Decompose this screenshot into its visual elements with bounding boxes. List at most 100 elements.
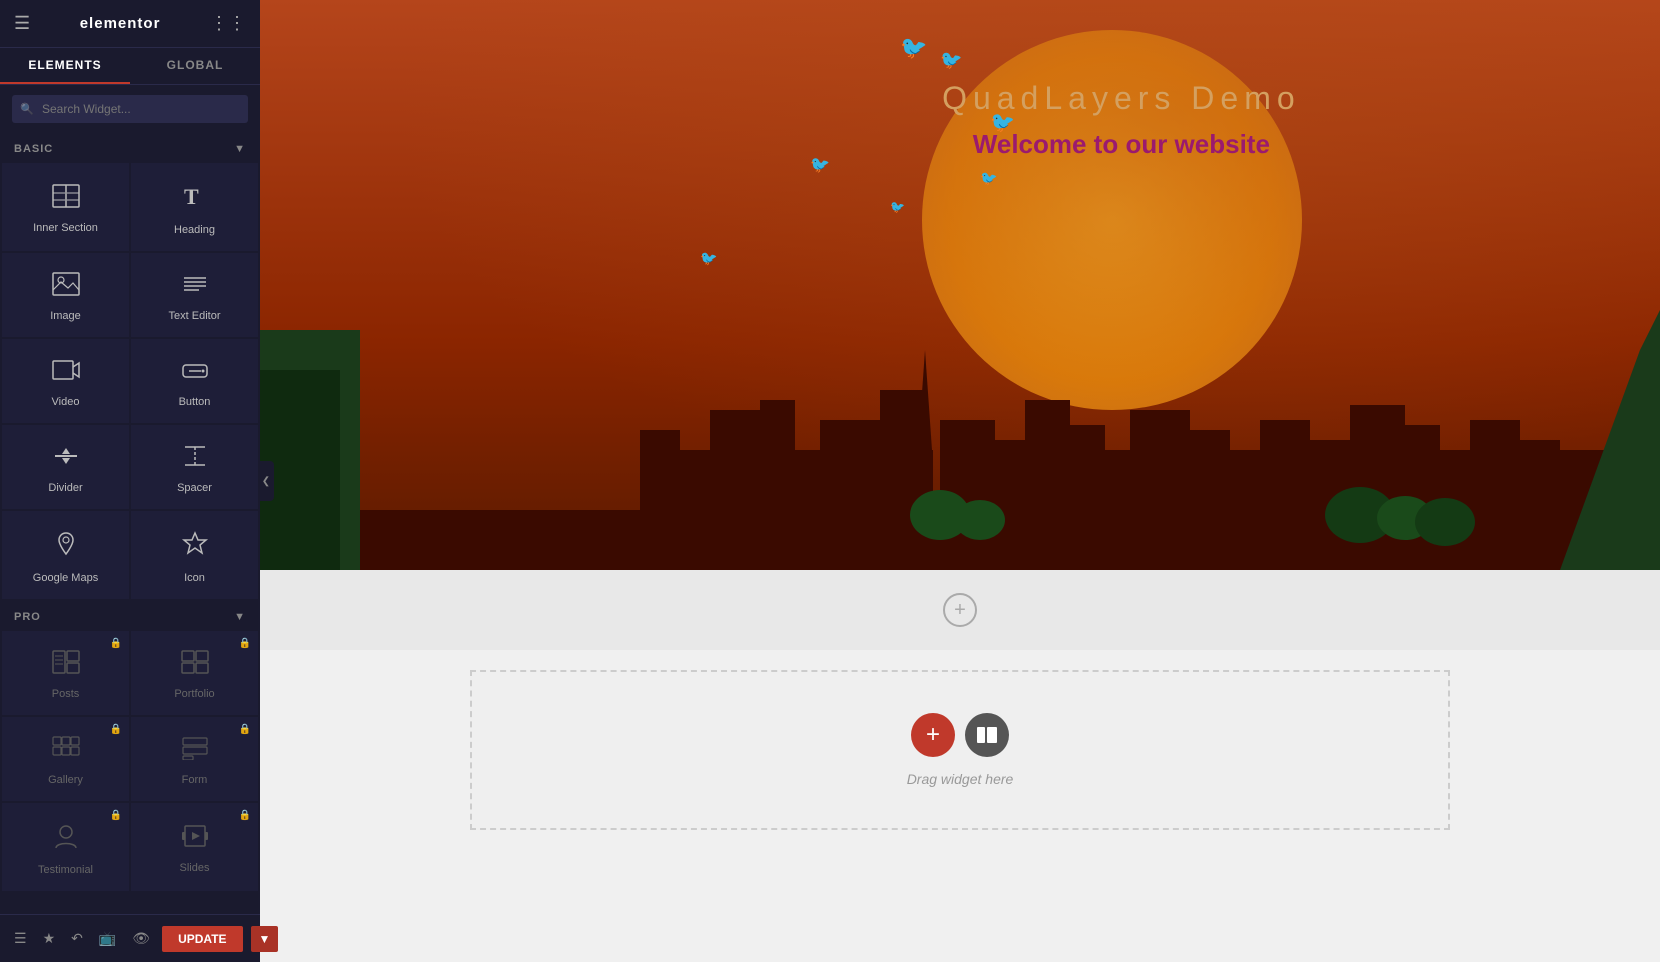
google-maps-icon (52, 530, 80, 564)
pro-chevron-icon: ▼ (234, 611, 246, 623)
star-footer-icon[interactable]: ★ (39, 926, 60, 951)
update-arrow-button[interactable]: ▼ (251, 926, 260, 952)
posts-icon (52, 650, 80, 680)
widget-testimonial[interactable]: 🔒 Testimonial (2, 803, 129, 891)
lock-icon: 🔒 (110, 810, 122, 821)
widget-gallery-label: Gallery (48, 774, 83, 786)
bird-2: 🐦 (940, 50, 962, 71)
widget-portfolio[interactable]: 🔒 Portfolio (131, 631, 258, 715)
empty-drop-section: + Drag widget here (470, 670, 1450, 830)
empty-add-button[interactable]: + (911, 713, 955, 757)
image-icon (52, 272, 80, 302)
lock-icon: 🔒 (239, 810, 251, 821)
bird-1: 🐦 (900, 35, 927, 61)
pro-section-header[interactable]: PRO ▼ (0, 601, 260, 629)
hamburger-footer-icon[interactable]: ☰ (10, 926, 31, 951)
hero-title: QuadLayers Demo (942, 80, 1301, 117)
city-skyline (260, 250, 1660, 570)
widget-form[interactable]: 🔒 Form (131, 717, 258, 801)
widget-icon-label: Icon (184, 572, 205, 584)
widget-text-editor[interactable]: Text Editor (131, 253, 258, 337)
widget-text-editor-label: Text Editor (169, 310, 221, 322)
widget-slides[interactable]: 🔒 Slides (131, 803, 258, 891)
collapse-sidebar-handle[interactable]: ❮ (258, 461, 274, 501)
widget-portfolio-label: Portfolio (174, 688, 214, 700)
widget-inner-section[interactable]: Inner Section (2, 163, 129, 251)
widget-heading[interactable]: T Heading (131, 163, 258, 251)
widget-slides-label: Slides (180, 862, 210, 874)
search-area (0, 85, 260, 133)
widget-image[interactable]: Image (2, 253, 129, 337)
sidebar-header: ☰ elementor ⋮⋮ (0, 0, 260, 48)
basic-chevron-icon: ▼ (234, 143, 246, 155)
widget-icon[interactable]: Icon (131, 511, 258, 599)
empty-layout-button[interactable] (965, 713, 1009, 757)
bird-3: 🐦 (810, 155, 830, 175)
update-button[interactable]: UPDATE (162, 926, 242, 952)
empty-section-actions: + (911, 713, 1009, 757)
basic-widget-grid: Inner Section T Heading (0, 161, 260, 601)
search-input[interactable] (12, 95, 248, 123)
widget-posts-label: Posts (52, 688, 80, 700)
widget-video-label: Video (52, 396, 80, 408)
undo-footer-icon[interactable]: ↶ (67, 926, 87, 951)
widget-divider[interactable]: Divider (2, 425, 129, 509)
hero-subtitle: Welcome to our website (942, 129, 1301, 160)
widget-divider-label: Divider (48, 482, 82, 494)
testimonial-icon (52, 822, 80, 856)
lock-icon: 🔒 (239, 724, 251, 735)
lock-icon: 🔒 (110, 638, 122, 649)
divider-icon (52, 444, 80, 474)
sidebar: ☰ elementor ⋮⋮ ELEMENTS GLOBAL BASIC ▼ (0, 0, 260, 962)
hero-section: 🐦 🐦 🐦 🐦 🐦 🐦 🐦 QuadLayers Demo Welcome to… (260, 0, 1660, 570)
drag-hint-text: Drag widget here (907, 771, 1014, 787)
form-icon (181, 736, 209, 766)
button-icon (181, 358, 209, 388)
desktop-footer-icon[interactable]: 📺 (95, 926, 120, 951)
widget-form-label: Form (182, 774, 208, 786)
widget-gallery[interactable]: 🔒 Gallery (2, 717, 129, 801)
lock-icon: 🔒 (239, 638, 251, 649)
hero-text-container: QuadLayers Demo Welcome to our website (942, 80, 1301, 160)
widget-heading-label: Heading (174, 224, 215, 236)
heading-icon: T (181, 182, 209, 216)
widget-video[interactable]: Video (2, 339, 129, 423)
bird-7: 🐦 (700, 250, 717, 267)
bird-4: 🐦 (980, 170, 997, 187)
widget-button[interactable]: Button (131, 339, 258, 423)
video-icon (52, 358, 80, 388)
widget-google-maps[interactable]: Google Maps (2, 511, 129, 599)
icon-widget-icon (181, 530, 209, 564)
portfolio-icon (181, 650, 209, 680)
add-section-area: + (260, 570, 1660, 650)
text-editor-icon (181, 272, 209, 302)
slides-icon (181, 824, 209, 854)
add-section-button[interactable]: + (943, 593, 977, 627)
pro-widget-grid: 🔒 Posts 🔒 (0, 629, 260, 893)
eye-footer-icon[interactable]: 👁 (128, 926, 154, 951)
main-content: 🐦 🐦 🐦 🐦 🐦 🐦 🐦 QuadLayers Demo Welcome to… (260, 0, 1660, 962)
widget-spacer-label: Spacer (177, 482, 212, 494)
pro-section-label: PRO (14, 611, 41, 623)
widget-google-maps-label: Google Maps (33, 572, 98, 584)
inner-section-icon (52, 184, 80, 214)
basic-section-header[interactable]: BASIC ▼ (0, 133, 260, 161)
hamburger-menu-icon[interactable]: ☰ (14, 13, 30, 34)
basic-section-label: BASIC (14, 143, 53, 155)
svg-text:T: T (184, 184, 199, 209)
elementor-logo: elementor (80, 15, 161, 32)
widget-posts[interactable]: 🔒 Posts (2, 631, 129, 715)
sidebar-tabs: ELEMENTS GLOBAL (0, 48, 260, 85)
spacer-icon (181, 444, 209, 474)
widget-button-label: Button (179, 396, 211, 408)
widget-spacer[interactable]: Spacer (131, 425, 258, 509)
tab-elements[interactable]: ELEMENTS (0, 48, 130, 84)
widget-image-label: Image (50, 310, 81, 322)
tab-global[interactable]: GLOBAL (130, 48, 260, 84)
widget-testimonial-label: Testimonial (38, 864, 93, 876)
widgets-area: BASIC ▼ Inner Section (0, 133, 260, 962)
widget-inner-section-label: Inner Section (33, 222, 98, 234)
grid-apps-icon[interactable]: ⋮⋮ (210, 13, 246, 34)
lock-icon: 🔒 (110, 724, 122, 735)
gallery-icon (52, 736, 80, 766)
